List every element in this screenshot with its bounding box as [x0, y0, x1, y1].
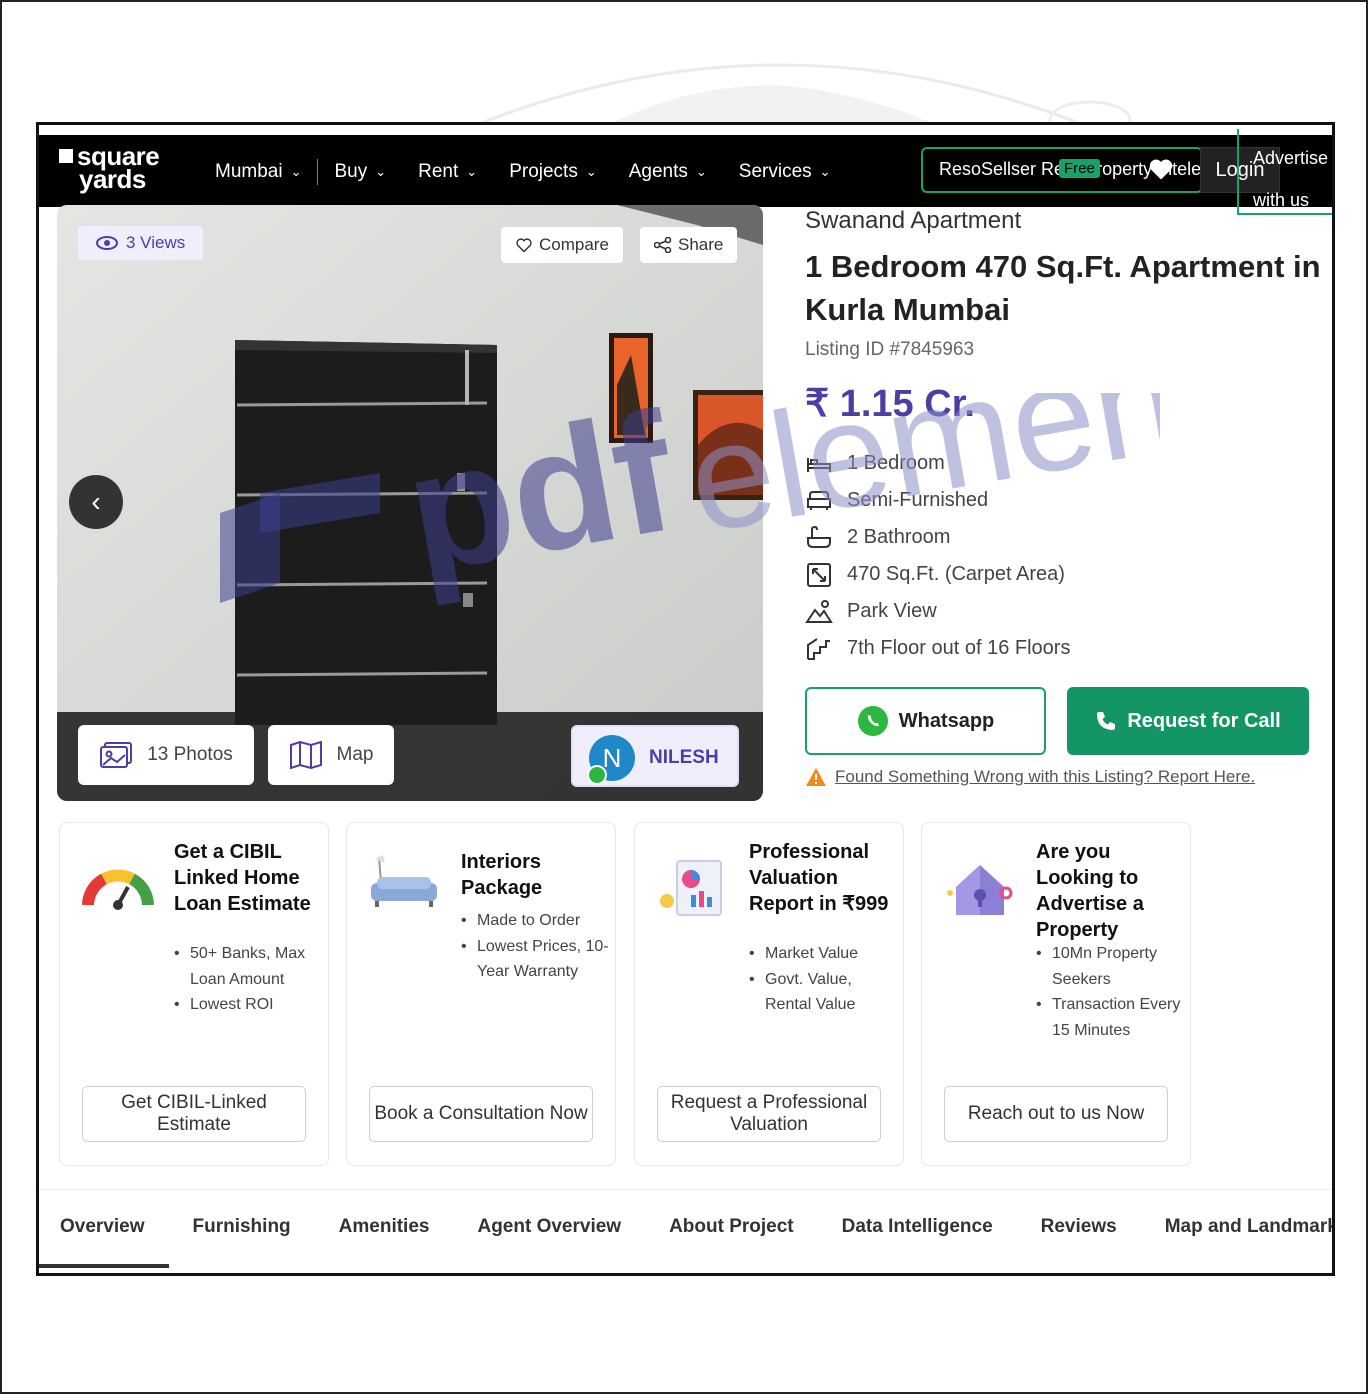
- reach-out-button[interactable]: Reach out to us Now: [944, 1086, 1168, 1142]
- eye-icon: [96, 236, 118, 250]
- feature-bedroom: 1 Bedroom: [805, 445, 1070, 482]
- chevron-down-icon: ⌄: [290, 164, 302, 179]
- request-call-button[interactable]: Request for Call: [1067, 687, 1309, 755]
- speedometer-icon: [82, 869, 154, 910]
- active-tab-indicator: [39, 1264, 169, 1268]
- listing-title: 1 Bedroom 470 Sq.Ft. Apartment in Kurla …: [805, 249, 1321, 327]
- photos-icon: [100, 742, 133, 768]
- listing-id: Listing ID #7845963: [805, 339, 975, 360]
- card-interiors: Interiors Package Made to Order Lowest P…: [346, 822, 616, 1166]
- whatsapp-status-icon: [587, 765, 607, 785]
- stairs-icon: [807, 637, 830, 660]
- house-icon: [947, 865, 1013, 915]
- feature-furnishing: Semi-Furnished: [805, 482, 1070, 519]
- card-title: Interiors Package: [461, 851, 543, 899]
- nav-divider: [317, 159, 319, 185]
- feature-area: 470 Sq.Ft. (Carpet Area): [805, 556, 1070, 593]
- card-valuation: Professional Valuation Report in ₹999 Ma…: [634, 822, 904, 1166]
- feature-list: 1 Bedroom Semi-Furnished 2 Bathroom 470 …: [805, 445, 1070, 667]
- tab-map-landmarks[interactable]: Map and Landmarks: [1165, 1216, 1332, 1238]
- free-badge: Free: [1059, 159, 1100, 178]
- tab-overview[interactable]: Overview: [60, 1216, 145, 1238]
- chevron-down-icon: ⌄: [375, 164, 387, 179]
- card-bullets: Market Value Govt. Value, Rental Value: [749, 941, 897, 1018]
- photo-gallery: 3 Views Compare Share ‹ 13 Photos Map N …: [57, 205, 763, 801]
- tab-agent-overview[interactable]: Agent Overview: [477, 1216, 621, 1238]
- map-icon: [289, 741, 322, 769]
- book-consultation-button[interactable]: Book a Consultation Now: [369, 1086, 593, 1142]
- compare-button[interactable]: Compare: [501, 227, 623, 263]
- chevron-down-icon: ⌄: [819, 164, 831, 179]
- whatsapp-button[interactable]: Whatsapp: [805, 687, 1046, 755]
- area-icon: [807, 562, 831, 587]
- squareyards-logo[interactable]: square yards: [59, 143, 160, 192]
- previous-photo-button[interactable]: ‹: [69, 475, 123, 529]
- agent-name: NILESH: [649, 747, 719, 768]
- whatsapp-icon: [857, 706, 888, 736]
- card-advertise: Are you Looking to Advertise a Property …: [921, 822, 1191, 1166]
- request-valuation-button[interactable]: Request a Professional Valuation: [657, 1086, 881, 1142]
- top-navbar: square yards Mumbai ⌄ Buy ⌄ Rent ⌄ Projects…: [39, 129, 1332, 215]
- tab-furnishing[interactable]: Furnishing: [193, 1216, 291, 1238]
- feature-view: Park View: [805, 593, 1070, 630]
- heart-icon[interactable]: [1147, 155, 1175, 183]
- bathtub-icon: [807, 525, 831, 548]
- agent-contact-button[interactable]: N NILESH: [571, 725, 739, 787]
- valuation-report-icon: [660, 860, 722, 916]
- feature-bathroom: 2 Bathroom: [805, 519, 1070, 556]
- sofa-icon: [371, 855, 437, 907]
- card-title: Get a CIBIL Linked Home Loan Estimate: [174, 841, 311, 915]
- tab-reviews[interactable]: Reviews: [1041, 1216, 1117, 1238]
- tab-list: Overview Furnishing Amenities Agent Over…: [60, 1216, 1332, 1238]
- section-tabs: Overview Furnishing Amenities Agent Over…: [39, 1189, 1332, 1271]
- nav-menu: Mumbai ⌄ Buy ⌄ Rent ⌄ Projects ⌄ Agents ⌄ Ser…: [215, 159, 863, 185]
- report-listing-link[interactable]: Found Something Wrong with this Listing?…: [805, 767, 1255, 787]
- project-name[interactable]: Swanand Apartment: [805, 207, 1021, 235]
- card-title: Professional Valuation Report in ₹999: [749, 841, 889, 915]
- tab-about-project[interactable]: About Project: [669, 1216, 794, 1238]
- share-button[interactable]: Share: [640, 227, 738, 263]
- card-title: Are you Looking to Advertise a Property: [1036, 841, 1144, 941]
- nav-services[interactable]: Services ⌄: [739, 161, 831, 183]
- park-icon: [805, 599, 833, 623]
- nav-city-mumbai[interactable]: Mumbai ⌄: [215, 161, 301, 183]
- tab-amenities[interactable]: Amenities: [339, 1216, 430, 1238]
- nav-projects[interactable]: Projects ⌄: [509, 161, 597, 183]
- sofa-icon: [807, 490, 831, 510]
- listing-price: ₹ 1.15 Cr.: [805, 383, 975, 425]
- heart-outline-icon: [516, 238, 532, 253]
- share-icon: [654, 237, 672, 253]
- photos-button[interactable]: 13 Photos: [78, 725, 254, 785]
- bed-icon: [807, 457, 831, 472]
- nav-agents[interactable]: Agents ⌄: [629, 161, 707, 183]
- advertise-with-us-button[interactable]: Advertise with us: [1237, 129, 1332, 215]
- card-home-loan: Get a CIBIL Linked Home Loan Estimate 50…: [59, 822, 329, 1166]
- browser-frame: square yards Mumbai ⌄ Buy ⌄ Rent ⌄ Projects…: [36, 122, 1335, 1276]
- nav-rent[interactable]: Rent ⌄: [418, 161, 477, 183]
- chevron-left-icon: ‹: [91, 486, 101, 517]
- chevron-down-icon: ⌄: [466, 164, 478, 179]
- map-button[interactable]: Map: [268, 725, 394, 785]
- chevron-down-icon: ⌄: [585, 164, 597, 179]
- views-badge: 3 Views: [78, 226, 204, 260]
- tab-data-intelligence[interactable]: Data Intelligence: [842, 1216, 993, 1238]
- card-bullets: 50+ Banks, Max Loan Amount Lowest ROI: [174, 941, 322, 1018]
- card-bullets: 10Mn Property Seekers Transaction Every …: [1036, 941, 1184, 1043]
- phone-icon: [1097, 712, 1116, 730]
- chevron-down-icon: ⌄: [695, 164, 707, 179]
- card-bullets: Made to Order Lowest Prices, 10-Year War…: [461, 908, 609, 985]
- cibil-estimate-button[interactable]: Get CIBIL-Linked Estimate: [82, 1086, 306, 1142]
- warning-icon: [806, 768, 826, 786]
- feature-floor: 7th Floor out of 16 Floors: [805, 630, 1070, 667]
- nav-buy[interactable]: Buy ⌄: [334, 161, 386, 183]
